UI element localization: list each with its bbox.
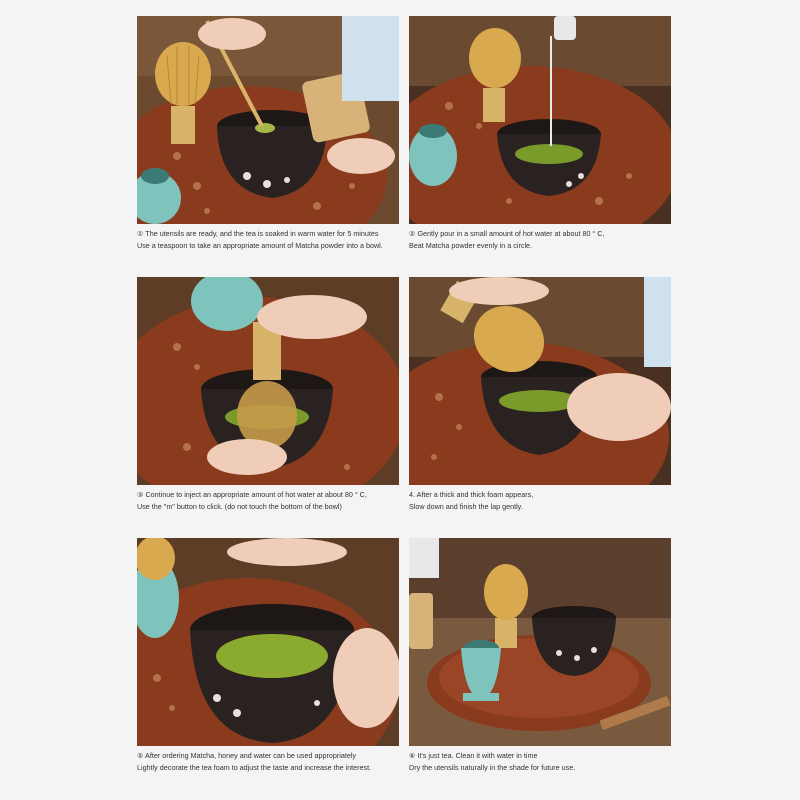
caption-line-2: Lightly decorate the tea foam to adjust … [137,763,372,772]
step-5-photo [137,538,399,746]
caption-line-2: Beat Matcha powder evenly in a circle. [409,241,533,250]
step-1-caption: ① The utensils are ready, and the tea is… [137,225,399,252]
step-2-caption: ② Gently pour in a small amount of hot w… [409,225,671,252]
caption-line-1: ⑥ It's just tea. Clean it with water in … [409,751,538,760]
step-3-caption: ③ Continue to inject an appropriate amou… [137,486,399,513]
step-4-photo [409,277,671,485]
caption-line-1: ③ Continue to inject an appropriate amou… [137,490,367,499]
caption-line-1: 4. After a thick and thick foam appears, [409,490,534,499]
step-3-photo [137,277,399,485]
caption-line-1: ① The utensils are ready, and the tea is… [137,229,379,238]
step-2-photo [409,16,671,224]
step-6-photo [409,538,671,746]
caption-line-1: ② Gently pour in a small amount of hot w… [409,229,605,238]
step-6-caption: ⑥ It's just tea. Clean it with water in … [409,747,671,774]
caption-line-2: Slow down and finish the lap gently. [409,502,523,511]
step-5-caption: ⑤ After ordering Matcha, honey and water… [137,747,399,774]
step-4-caption: 4. After a thick and thick foam appears,… [409,486,671,513]
caption-line-2: Use a teaspoon to take an appropriate am… [137,241,383,250]
caption-line-2: Dry the utensils naturally in the shade … [409,763,576,772]
caption-line-2: Use the "m" button to click. (do not tou… [137,502,342,511]
caption-line-1: ⑤ After ordering Matcha, honey and water… [137,751,357,760]
step-1-photo [137,16,399,224]
